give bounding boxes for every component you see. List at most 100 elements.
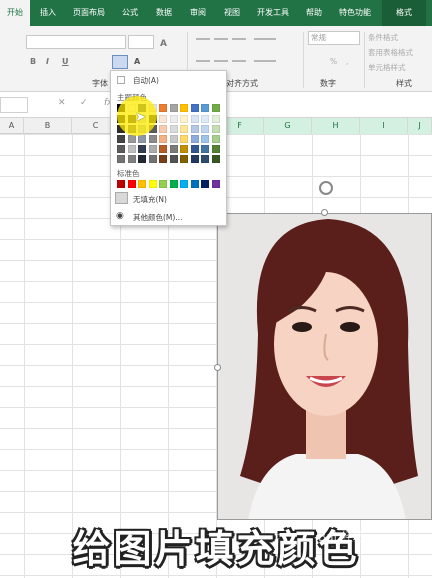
theme-color-swatch[interactable]: [180, 145, 188, 153]
theme-color-swatch[interactable]: [148, 155, 157, 163]
comma-button[interactable]: ,: [346, 57, 348, 66]
theme-color-swatch[interactable]: [190, 135, 199, 143]
standard-color-swatch[interactable]: [211, 180, 220, 188]
rotate-handle[interactable]: [319, 181, 333, 195]
column-header-b[interactable]: B: [24, 118, 72, 134]
theme-color-swatch[interactable]: [169, 125, 178, 133]
increase-font-button[interactable]: A: [160, 39, 167, 49]
enter-icon[interactable]: ✓: [80, 98, 88, 108]
theme-color-swatch[interactable]: [190, 145, 199, 153]
align-middle-icon[interactable]: [214, 38, 228, 40]
standard-color-swatch[interactable]: [138, 180, 146, 188]
auto-color-option[interactable]: 自动(A): [111, 74, 228, 88]
align-bottom-icon[interactable]: [232, 38, 246, 40]
theme-color-swatch[interactable]: [138, 155, 146, 163]
column-header-g[interactable]: G: [264, 118, 312, 134]
theme-color-swatch[interactable]: [148, 135, 157, 143]
underline-button[interactable]: U: [62, 57, 69, 66]
theme-color-swatch[interactable]: [169, 135, 178, 143]
resize-handle-left[interactable]: [214, 364, 221, 371]
theme-color-swatch[interactable]: [117, 135, 125, 143]
theme-color-swatch[interactable]: [148, 145, 157, 153]
tab-page-layout[interactable]: 页面布局: [66, 0, 112, 26]
theme-color-swatch[interactable]: [127, 145, 136, 153]
theme-color-swatch[interactable]: [159, 115, 167, 123]
theme-color-swatch[interactable]: [159, 135, 167, 143]
theme-color-swatch[interactable]: [190, 115, 199, 123]
theme-color-swatch[interactable]: [201, 104, 209, 112]
theme-color-swatch[interactable]: [127, 135, 136, 143]
tab-insert[interactable]: 插入: [32, 0, 64, 26]
theme-color-swatch[interactable]: [211, 135, 220, 143]
theme-color-swatch[interactable]: [169, 115, 178, 123]
tab-formulas[interactable]: 公式: [114, 0, 146, 26]
no-fill-option[interactable]: 无填充(N): [111, 192, 228, 206]
theme-color-swatch[interactable]: [127, 155, 136, 163]
theme-color-swatch[interactable]: [180, 125, 188, 133]
merge-center-icon[interactable]: [254, 60, 276, 62]
tab-view[interactable]: 视图: [216, 0, 248, 26]
theme-color-swatch[interactable]: [117, 145, 125, 153]
tab-special[interactable]: 特色功能: [332, 0, 378, 26]
theme-color-swatch[interactable]: [159, 155, 167, 163]
theme-color-swatch[interactable]: [201, 155, 209, 163]
standard-color-swatch[interactable]: [117, 180, 125, 188]
theme-color-swatch[interactable]: [138, 135, 146, 143]
theme-color-swatch[interactable]: [159, 125, 167, 133]
column-header-a[interactable]: A: [0, 118, 24, 134]
tab-review[interactable]: 审阅: [182, 0, 214, 26]
theme-color-swatch[interactable]: [211, 145, 220, 153]
format-as-table-button[interactable]: 套用表格格式: [368, 47, 413, 58]
tab-data[interactable]: 数据: [148, 0, 180, 26]
theme-color-swatch[interactable]: [169, 104, 178, 112]
fill-color-button[interactable]: [112, 55, 128, 69]
bold-button[interactable]: B: [30, 57, 36, 66]
theme-color-swatch[interactable]: [180, 135, 188, 143]
theme-color-swatch[interactable]: [201, 125, 209, 133]
theme-color-swatch[interactable]: [180, 155, 188, 163]
theme-color-swatch[interactable]: [117, 155, 125, 163]
theme-color-swatch[interactable]: [211, 155, 220, 163]
tab-developer[interactable]: 开发工具: [250, 0, 296, 26]
column-header-i[interactable]: I: [360, 118, 408, 134]
theme-color-swatch[interactable]: [190, 104, 199, 112]
standard-color-swatch[interactable]: [190, 180, 199, 188]
font-color-button[interactable]: A: [134, 57, 140, 66]
theme-color-swatch[interactable]: [180, 115, 188, 123]
theme-color-swatch[interactable]: [211, 125, 220, 133]
align-right-icon[interactable]: [232, 60, 246, 62]
theme-color-swatch[interactable]: [138, 145, 146, 153]
column-header-j[interactable]: J: [408, 118, 432, 134]
theme-color-swatch[interactable]: [190, 125, 199, 133]
theme-color-swatch[interactable]: [190, 155, 199, 163]
resize-handle-top[interactable]: [321, 209, 328, 216]
align-top-icon[interactable]: [196, 38, 210, 40]
column-header-h[interactable]: H: [312, 118, 360, 134]
tab-format[interactable]: 格式: [382, 0, 426, 26]
align-center-icon[interactable]: [214, 60, 228, 62]
selected-picture[interactable]: [217, 213, 432, 520]
cancel-icon[interactable]: ✕: [58, 98, 66, 108]
align-left-icon[interactable]: [196, 60, 210, 62]
standard-color-swatch[interactable]: [148, 180, 157, 188]
orientation-icon[interactable]: [254, 38, 276, 40]
conditional-format-button[interactable]: 条件格式: [368, 32, 398, 43]
standard-color-swatch[interactable]: [201, 180, 209, 188]
more-colors-option[interactable]: ◉ 其他颜色(M)...: [111, 210, 228, 224]
theme-color-swatch[interactable]: [201, 115, 209, 123]
theme-color-swatch[interactable]: [211, 104, 220, 112]
theme-color-swatch[interactable]: [169, 155, 178, 163]
standard-color-swatch[interactable]: [127, 180, 136, 188]
cell-styles-button[interactable]: 单元格样式: [368, 62, 406, 73]
percent-button[interactable]: %: [330, 57, 337, 66]
number-format-select[interactable]: 常规: [308, 31, 360, 45]
standard-color-swatch[interactable]: [180, 180, 188, 188]
tab-home[interactable]: 开始: [0, 0, 30, 26]
italic-button[interactable]: I: [46, 57, 49, 66]
name-box[interactable]: [0, 97, 28, 113]
standard-color-swatch[interactable]: [159, 180, 167, 188]
theme-color-swatch[interactable]: [201, 145, 209, 153]
tab-help[interactable]: 帮助: [298, 0, 330, 26]
font-name-box[interactable]: [26, 35, 126, 49]
theme-color-swatch[interactable]: [201, 135, 209, 143]
